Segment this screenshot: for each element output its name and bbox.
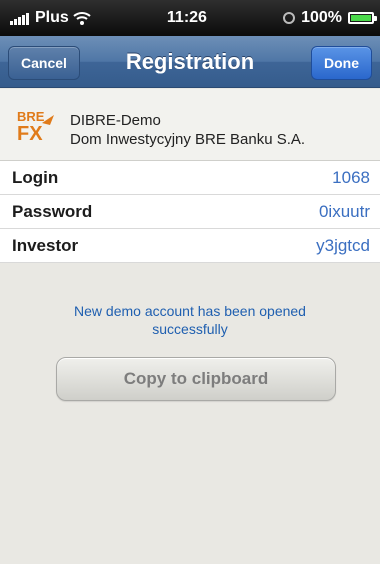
wifi-icon — [73, 12, 91, 25]
login-row[interactable]: Login 1068 — [0, 161, 380, 195]
password-value: 0ixuutr — [318, 201, 370, 221]
svg-text:BRE: BRE — [17, 109, 45, 124]
battery-icon — [347, 12, 377, 24]
status-left: Plus — [10, 9, 91, 27]
login-label: Login — [12, 167, 59, 187]
brefx-logo: BRE FX — [17, 109, 54, 143]
carrier-name: Plus — [35, 9, 69, 26]
password-row[interactable]: Password 0ixuutr — [0, 195, 380, 229]
status-bar: Plus 11:26 100% — [0, 0, 380, 36]
signal-strength-icon — [10, 11, 29, 25]
svg-text:FX: FX — [17, 123, 43, 143]
status-right: 100% — [283, 9, 377, 27]
navigation-bar: Registration Cancel Done — [0, 36, 380, 88]
success-message: New demo account has been opened success… — [74, 303, 306, 337]
done-button[interactable]: Done — [311, 46, 372, 80]
password-label: Password — [12, 201, 93, 221]
cancel-button[interactable]: Cancel — [8, 46, 80, 80]
credentials-list: Login 1068 Password 0ixuutr Investor y3j… — [0, 161, 380, 263]
copy-to-clipboard-button[interactable]: Copy to clipboard — [56, 357, 336, 401]
broker-company: Dom Inwestycyjny BRE Banku S.A. — [70, 131, 306, 148]
investor-value: y3jgtcd — [316, 235, 370, 255]
status-time: 11:26 — [166, 9, 207, 26]
broker-name: DIBRE-Demo — [70, 112, 161, 129]
lock-rotation-icon — [283, 12, 296, 24]
broker-header: BRE FX DIBRE-Demo Dom Inwestycyjny BRE B… — [0, 89, 380, 161]
login-value: 1068 — [332, 167, 370, 187]
investor-row[interactable]: Investor y3jgtcd — [0, 229, 380, 263]
battery-percent: 100% — [301, 9, 342, 26]
investor-label: Investor — [12, 235, 79, 255]
